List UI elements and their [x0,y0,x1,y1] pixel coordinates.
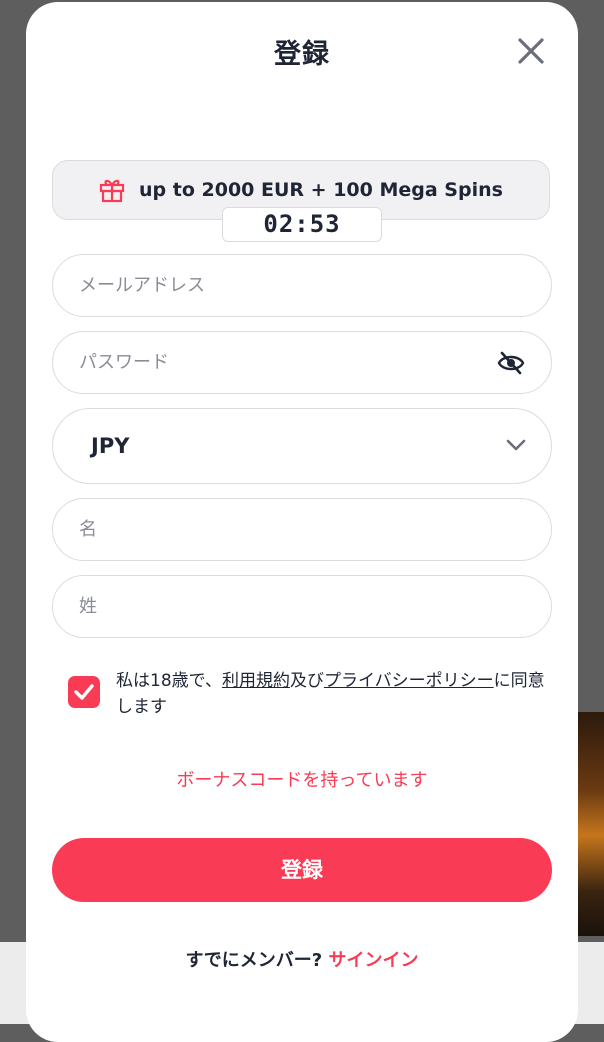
gift-icon [99,179,125,203]
member-prompt: すでにメンバー? サインイン [26,946,578,972]
member-question: すでにメンバー? [185,950,323,971]
terms-of-use-link[interactable]: 利用規約 [222,671,290,691]
chevron-down-icon [506,439,526,451]
terms-text: 私は18歳で、利用規約及びプライバシーポリシーに同意します [116,668,556,720]
email-field[interactable]: メールアドレス [52,254,552,317]
bonus-text: up to 2000 EUR + 100 Mega Spins [139,179,503,201]
last-name-field[interactable]: 姓 [52,575,552,638]
first-name-placeholder: 名 [79,519,97,540]
last-name-placeholder: 姓 [79,596,97,617]
countdown-timer: 02:53 [222,207,382,242]
eye-off-icon[interactable] [497,350,525,376]
email-placeholder: メールアドレス [79,275,205,296]
currency-value: JPY [91,434,130,458]
register-button[interactable]: 登録 [52,838,552,902]
terms-checkbox[interactable] [68,676,100,708]
close-icon[interactable] [516,36,546,66]
check-icon [74,684,94,700]
background-game-thumbnail [576,712,604,936]
privacy-policy-link[interactable]: プライバシーポリシー [324,671,494,691]
modal-title: 登録 [274,39,330,70]
registration-modal: 登録 up to 2000 EUR + 100 Mega Spins 02:53… [26,2,578,1042]
first-name-field[interactable]: 名 [52,498,552,561]
currency-select[interactable]: JPY [52,408,552,484]
password-field[interactable]: パスワード [52,331,552,394]
signin-link[interactable]: サインイン [328,950,418,971]
password-placeholder: パスワード [79,352,169,373]
terms-middle: 及び [289,671,324,691]
bonus-code-link[interactable]: ボーナスコードを持っています [26,766,578,792]
terms-prefix: 私は18歳で、 [116,671,222,691]
